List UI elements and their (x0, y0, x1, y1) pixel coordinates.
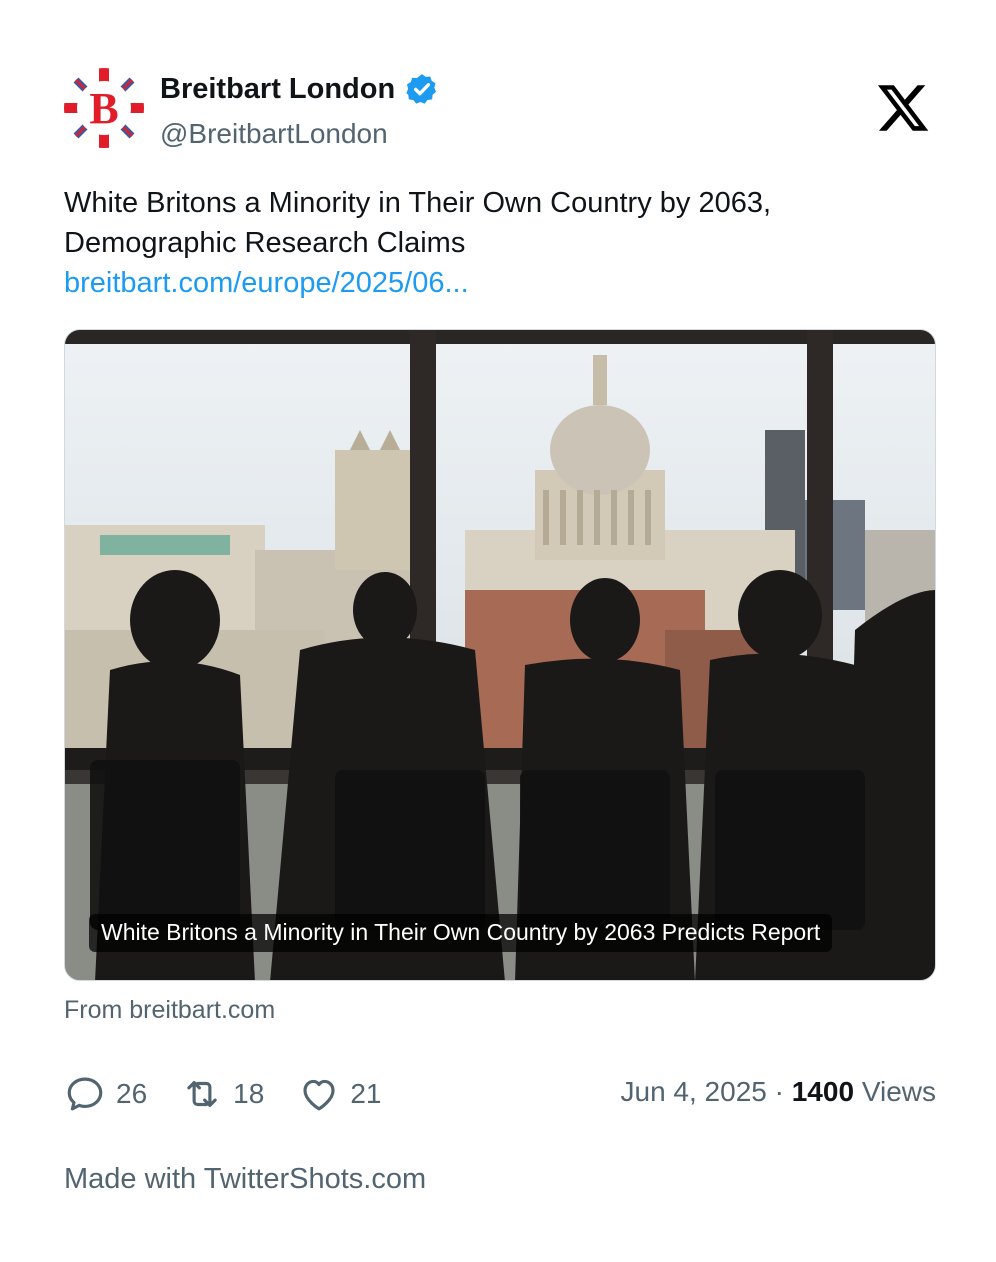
card-image (65, 330, 935, 980)
heart-icon (303, 1079, 335, 1111)
tweet-link[interactable]: breitbart.com/europe/2025/06... (64, 263, 924, 303)
retweet-button[interactable]: 18 (181, 1073, 264, 1115)
meta-separator: · (774, 1076, 784, 1107)
verified-badge-icon (406, 74, 437, 104)
tweet-body: White Britons a Minority in Their Own Co… (64, 183, 924, 303)
avatar-letter: B (89, 84, 118, 133)
reply-button[interactable]: 26 (64, 1073, 147, 1115)
tweet-meta: Jun 4, 2025 · 1400 Views (621, 1076, 937, 1108)
reply-icon (67, 1077, 103, 1111)
tweet-actions: 26 18 21 (64, 1070, 415, 1118)
footer-credit: Made with TwitterShots.com (64, 1163, 427, 1195)
retweet-icon (187, 1081, 217, 1107)
like-button[interactable]: 21 (298, 1073, 381, 1115)
author-name[interactable]: Breitbart London (160, 73, 395, 106)
avatar-logo: B (64, 68, 144, 148)
card-caption: White Britons a Minority in Their Own Co… (89, 914, 833, 952)
card-source[interactable]: From breitbart.com (64, 996, 275, 1025)
avatar[interactable]: B (64, 68, 144, 148)
like-count: 21 (350, 1078, 382, 1109)
author-handle[interactable]: @BreitbartLondon (160, 118, 388, 150)
retweet-count: 18 (233, 1078, 265, 1109)
tweet-header: B Breitbart London @BreitbartLondon (64, 68, 934, 152)
tweet-text: White Britons a Minority in Their Own Co… (64, 187, 772, 259)
link-card[interactable]: White Britons a Minority in Their Own Co… (64, 329, 936, 981)
x-logo-icon[interactable] (874, 80, 932, 136)
tweet-date[interactable]: Jun 4, 2025 (621, 1076, 767, 1107)
views-count: 1400 (791, 1076, 855, 1107)
reply-count: 26 (116, 1078, 148, 1109)
views-label: Views (861, 1076, 936, 1107)
